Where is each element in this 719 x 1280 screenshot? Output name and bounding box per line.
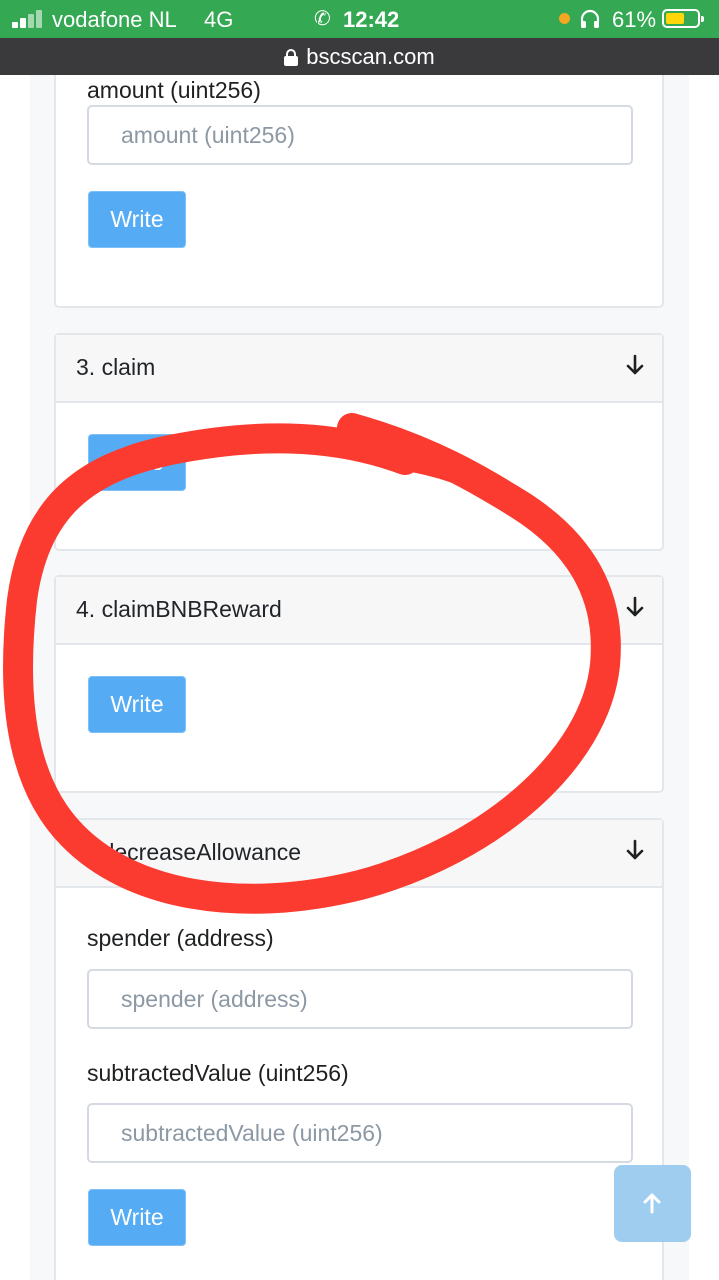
clock: 12:42 xyxy=(343,7,400,32)
write-button[interactable]: Write xyxy=(88,191,186,248)
microphone-in-use-dot xyxy=(559,13,570,24)
headphones-icon xyxy=(580,9,600,28)
write-button[interactable]: Write xyxy=(88,1189,186,1246)
function-card-decreaseallowance: 5. decreaseAllowance spender (address) s… xyxy=(54,818,664,1280)
function-card-transfer: amount (uint256) Write xyxy=(54,75,664,308)
network-type: 4G xyxy=(204,7,234,32)
lock-icon xyxy=(284,49,299,66)
function-header-decreaseallowance[interactable]: 5. decreaseAllowance xyxy=(56,820,662,888)
status-bar: vodafone NL 4G ✆ 12:42 61% xyxy=(0,0,719,38)
arrow-down-icon[interactable] xyxy=(626,596,644,618)
page-content: amount (uint256) Write 3. claim Write 4.… xyxy=(30,75,689,1280)
function-title: 5. decreaseAllowance xyxy=(76,839,302,865)
write-button[interactable]: Write xyxy=(88,676,186,733)
carrier-name: vodafone NL xyxy=(52,7,177,32)
subtractedvalue-input[interactable] xyxy=(87,1103,633,1163)
battery-icon xyxy=(662,9,704,28)
arrow-down-icon[interactable] xyxy=(626,354,644,376)
function-card-claimbnbreward: 4. claimBNBReward Write xyxy=(54,575,664,793)
field-label-spender: spender (address) xyxy=(87,925,274,951)
scroll-to-top-button[interactable] xyxy=(614,1165,691,1242)
battery-percentage: 61% xyxy=(612,7,657,32)
function-header-claim[interactable]: 3. claim xyxy=(56,335,662,403)
arrow-up-icon xyxy=(643,1193,661,1214)
write-button[interactable]: Write xyxy=(88,434,186,491)
function-title: 4. claimBNBReward xyxy=(76,596,282,622)
signal-icon xyxy=(12,10,48,28)
phone-call-icon: ✆ xyxy=(314,8,331,30)
spender-input[interactable] xyxy=(87,969,633,1029)
amount-input[interactable] xyxy=(87,105,633,165)
field-label-subtractedvalue: subtractedValue (uint256) xyxy=(87,1060,349,1086)
function-card-claim: 3. claim Write xyxy=(54,333,664,551)
arrow-down-icon[interactable] xyxy=(626,839,644,861)
function-header-claimbnbreward[interactable]: 4. claimBNBReward xyxy=(56,577,662,645)
browser-url-bar[interactable]: bscscan.com xyxy=(0,38,719,75)
url-text: bscscan.com xyxy=(306,44,435,69)
field-label-amount: amount (uint256) xyxy=(87,77,261,103)
function-title: 3. claim xyxy=(76,354,156,380)
